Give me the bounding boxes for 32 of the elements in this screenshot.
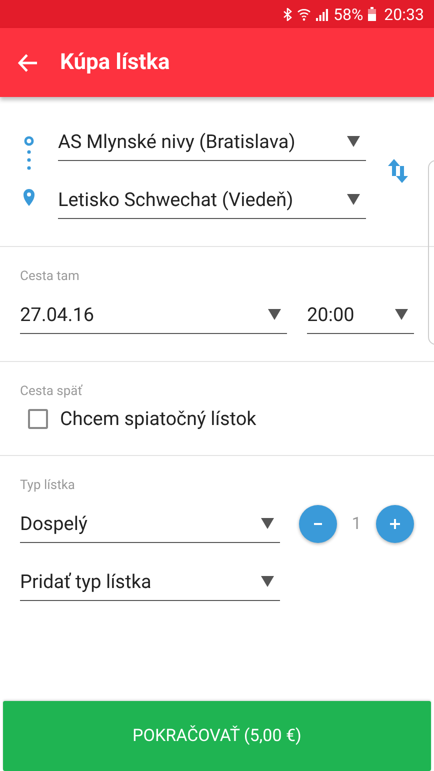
wifi-icon: [297, 8, 312, 20]
date-dropdown[interactable]: 27.04.16: [20, 296, 287, 334]
add-ticket-type-dropdown[interactable]: Pridať typ lístka: [20, 563, 280, 601]
increment-button[interactable]: [376, 505, 414, 543]
minus-icon: [314, 523, 322, 525]
dropdown-caret-icon: [347, 136, 360, 147]
back-arrow-icon[interactable]: [18, 54, 38, 72]
battery-icon: [368, 7, 376, 21]
ticket-count: 1: [350, 514, 362, 534]
section-label: Typ lístka: [20, 478, 76, 493]
dropdown-caret-icon: [395, 309, 408, 320]
clock: 20:33: [384, 4, 424, 24]
time-dropdown[interactable]: 20:00: [307, 296, 414, 334]
swap-arrows-icon[interactable]: [388, 159, 408, 183]
battery-level: 58%: [333, 4, 364, 24]
section-label: Cesta tam: [20, 269, 80, 284]
screen-title: Kúpa lístka: [60, 50, 170, 75]
dropdown-caret-icon: [347, 194, 360, 205]
dropdown-caret-icon: [261, 576, 274, 587]
decrement-button[interactable]: [299, 505, 337, 543]
ticket-type-dropdown[interactable]: Dospelý: [20, 505, 280, 543]
dropdown-caret-icon: [261, 518, 274, 529]
plus-icon: [390, 519, 400, 529]
checkbox-label[interactable]: Chcem spiatočný lístok: [60, 407, 256, 430]
origin-dropdown[interactable]: AS Mlynské nivy (Bratislava): [58, 123, 366, 161]
section-label: Cesta späť: [20, 384, 84, 399]
signal-icon: [316, 8, 328, 20]
dropdown-caret-icon: [268, 309, 281, 320]
bluetooth-icon: [283, 8, 292, 20]
destination-dropdown[interactable]: Letisko Schwechat (Viedeň): [58, 181, 366, 219]
checkbox[interactable]: [28, 408, 48, 428]
route-line-icon: [22, 136, 36, 206]
